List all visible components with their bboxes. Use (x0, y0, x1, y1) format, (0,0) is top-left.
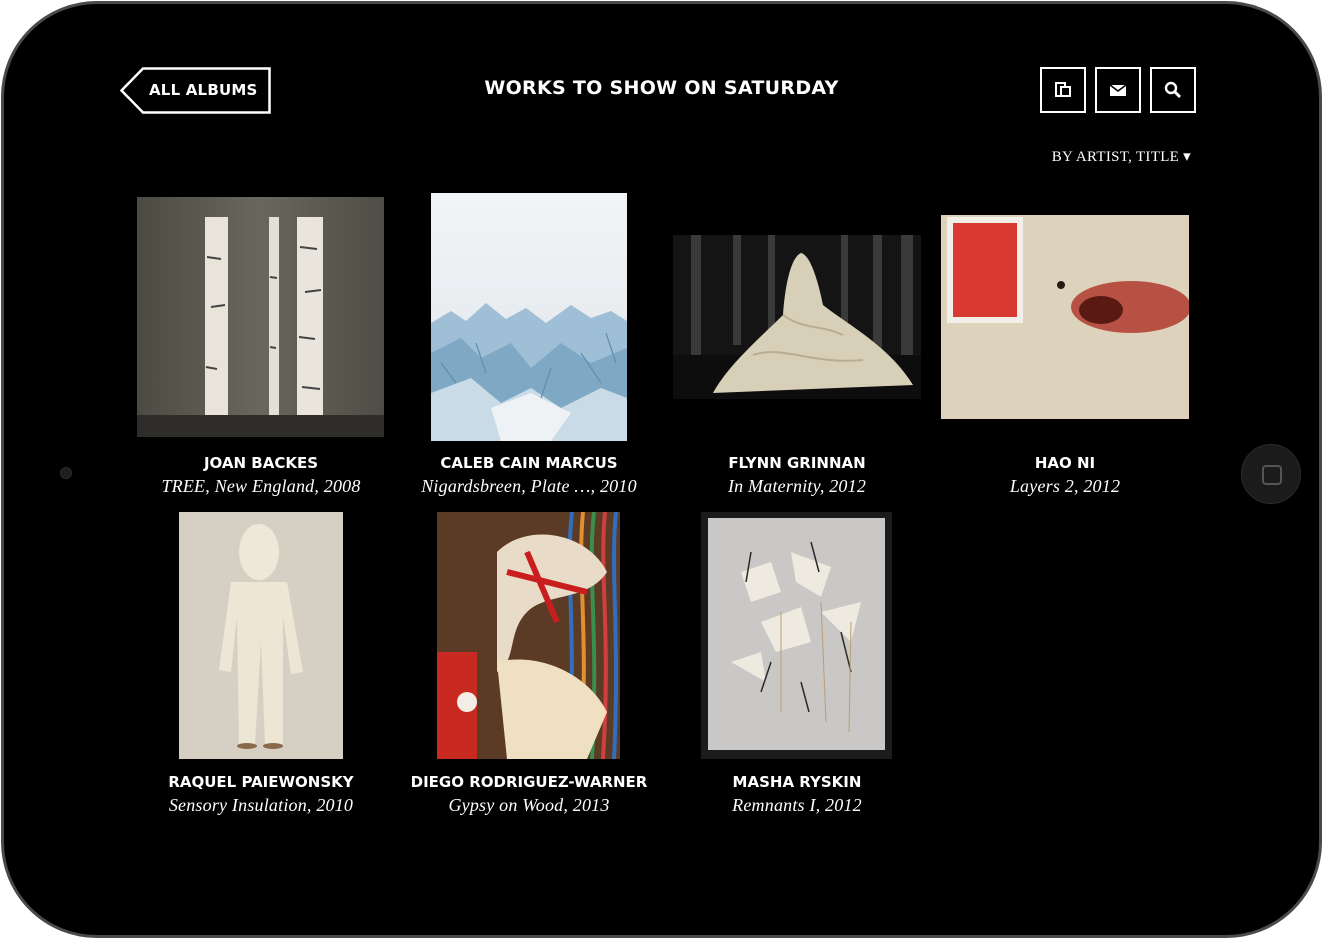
work-title: Layers 2, 2012 (1009, 476, 1121, 496)
home-square-icon (1262, 465, 1282, 485)
all-albums-button[interactable]: ALL ALBUMS (120, 67, 271, 114)
caption-5: RAQUEL PAIEWONSKY Sensory Insulation, 20… (111, 771, 411, 817)
artwork-layers-picture (941, 215, 1189, 419)
pages-button[interactable] (1040, 67, 1086, 113)
artwork-tree-picture (137, 197, 384, 437)
all-albums-label: ALL ALBUMS (149, 81, 258, 99)
work-title: Sensory Insulation, 2010 (168, 795, 354, 815)
home-button[interactable] (1241, 444, 1301, 504)
caption-6: DIEGO RODRIGUEZ-WARNER Gypsy on Wood, 20… (379, 771, 679, 817)
work-title: Nigardsbreen, Plate …, 2010 (421, 476, 637, 496)
artwork-sculpture-picture (673, 235, 921, 399)
mail-button[interactable] (1095, 67, 1141, 113)
artwork-remnants-picture (701, 512, 892, 759)
artist-name: MASHA RYSKIN (732, 773, 862, 791)
pages-icon (1055, 82, 1071, 97)
artist-name: HAO NI (1034, 454, 1096, 472)
artwork-image-layers-2[interactable] (941, 215, 1189, 419)
caption-7: MASHA RYSKIN Remnants I, 2012 (647, 771, 947, 817)
mail-icon (1109, 84, 1127, 96)
artist-name: JOAN BACKES (203, 454, 319, 472)
work-title: Gypsy on Wood, 2013 (448, 795, 610, 815)
work-title: Remnants I, 2012 (732, 795, 862, 815)
artwork-image-remnants-i[interactable] (701, 512, 892, 759)
artwork-gypsy-picture (437, 512, 620, 759)
work-title: In Maternity, 2012 (727, 476, 867, 496)
caption-1: JOAN BACKES TREE, New England, 2008 (111, 452, 411, 498)
artwork-image-nigardsbreen[interactable] (431, 193, 627, 441)
page-title: WORKS TO SHOW ON SATURDAY (484, 77, 839, 99)
search-button[interactable] (1150, 67, 1196, 113)
artist-name: DIEGO RODRIGUEZ-WARNER (410, 773, 648, 791)
camera-dot (60, 467, 72, 479)
caption-3: FLYNN GRINNAN In Maternity, 2012 (647, 452, 947, 498)
artist-name: CALEB CAIN MARCUS (440, 454, 618, 472)
artist-name: RAQUEL PAIEWONSKY (168, 773, 354, 791)
artwork-image-gypsy-on-wood[interactable] (437, 512, 620, 759)
caption-4: HAO NI Layers 2, 2012 (915, 452, 1215, 498)
caption-2: CALEB CAIN MARCUS Nigardsbreen, Plate …,… (379, 452, 679, 498)
artist-name: FLYNN GRINNAN (728, 454, 866, 472)
search-icon (1164, 81, 1182, 99)
artwork-image-in-maternity[interactable] (673, 235, 921, 399)
work-title: TREE, New England, 2008 (161, 476, 361, 496)
sort-dropdown[interactable]: BY ARTIST, TITLE ▾ (1052, 147, 1191, 166)
artwork-image-sensory-insulation[interactable] (179, 512, 343, 759)
artwork-image-tree[interactable] (137, 197, 384, 437)
artwork-figure-picture (179, 512, 343, 759)
artwork-glacier-picture (431, 193, 627, 441)
